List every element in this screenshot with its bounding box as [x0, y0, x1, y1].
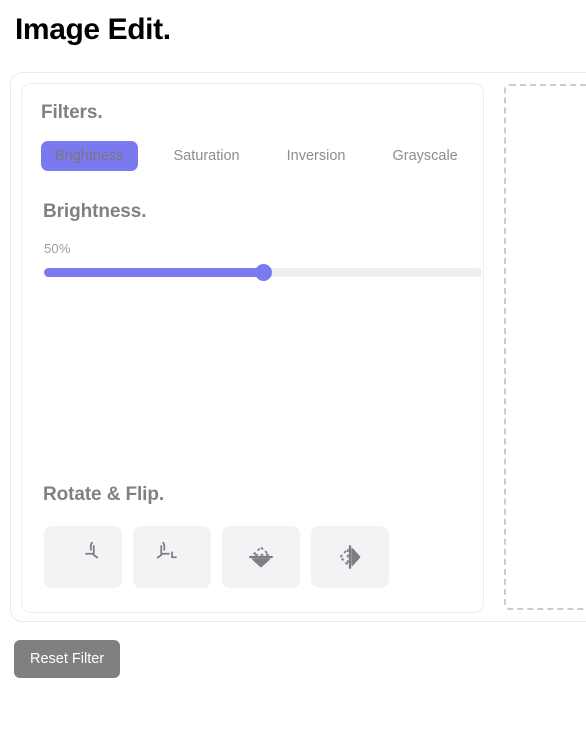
filter-tab-inversion[interactable]: Inversion	[273, 141, 360, 171]
filters-heading: Filters.	[41, 102, 103, 123]
flip-horizontal-button[interactable]	[311, 526, 389, 588]
flip-vertical-button[interactable]	[222, 526, 300, 588]
filter-tab-brightness[interactable]: Brightness	[41, 141, 138, 171]
rotate-right-button[interactable]	[44, 526, 122, 588]
rotate-flip-heading: Rotate & Flip.	[43, 484, 165, 505]
rotate-flip-buttons	[41, 526, 464, 588]
rotate-left-history-icon	[157, 542, 187, 572]
reset-filter-button[interactable]: Reset Filter	[14, 640, 121, 678]
brightness-slider[interactable]	[44, 264, 482, 281]
slider-fill	[44, 268, 263, 277]
slider-row	[41, 264, 482, 281]
editor-card: Filters. Brightness Saturation Inversion…	[10, 72, 586, 622]
flip-vertical-icon	[246, 542, 276, 572]
flip-horizontal-icon	[335, 542, 365, 572]
image-preview-dropzone[interactable]	[504, 84, 586, 610]
filter-tab-saturation[interactable]: Saturation	[160, 141, 254, 171]
slider-block: Brightness. 50%	[41, 201, 482, 281]
rotate-flip-block: Rotate & Flip.	[41, 484, 464, 596]
page-title: Image Edit.	[15, 13, 171, 46]
controls-panel: Filters. Brightness Saturation Inversion…	[21, 83, 484, 613]
filter-tab-grayscale[interactable]: Grayscale	[378, 141, 471, 171]
rotate-left-button[interactable]	[133, 526, 211, 588]
image-editor-page: Image Edit. Filters. Brightness Saturati…	[0, 0, 586, 737]
rotate-right-icon	[68, 542, 98, 572]
slider-heading: Brightness.	[43, 201, 147, 222]
slider-value-label: 50%	[44, 241, 71, 256]
slider-thumb[interactable]	[254, 264, 272, 281]
filter-tabs: Brightness Saturation Inversion Grayscal…	[41, 141, 464, 171]
